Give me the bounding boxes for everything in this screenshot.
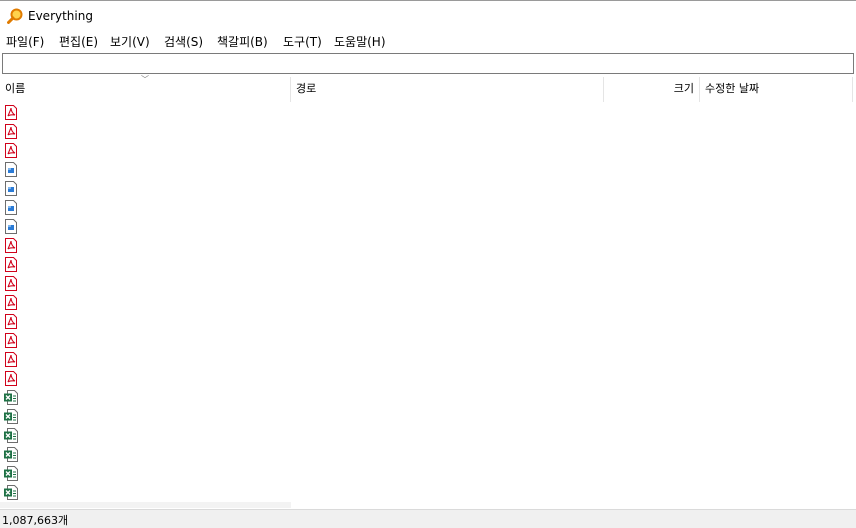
pdf-file-icon (5, 238, 17, 253)
menu-tools[interactable]: 도구(T) (283, 33, 322, 50)
results-list[interactable] (0, 102, 856, 508)
image-file-icon (5, 219, 17, 234)
list-item[interactable] (0, 198, 291, 217)
excel-file-icon (4, 409, 18, 424)
excel-file-icon (4, 390, 18, 405)
menu-search[interactable]: 검색(S) (164, 33, 203, 50)
pdf-file-icon (5, 333, 17, 348)
excel-file-icon (4, 428, 18, 443)
image-file-icon (5, 181, 17, 196)
list-item[interactable] (0, 350, 291, 369)
list-item[interactable] (0, 426, 291, 445)
excel-file-icon (4, 485, 18, 500)
window-title: Everything (28, 9, 93, 23)
search-input[interactable] (3, 54, 853, 73)
list-item[interactable] (0, 141, 291, 160)
list-item-partial[interactable] (0, 502, 291, 508)
list-item[interactable] (0, 236, 291, 255)
list-item[interactable] (0, 312, 291, 331)
pdf-file-icon (5, 124, 17, 139)
status-bar: 1,087,663개 (0, 509, 856, 528)
pdf-file-icon (5, 371, 17, 386)
image-file-icon (5, 162, 17, 177)
excel-file-icon (4, 466, 18, 481)
list-item[interactable] (0, 483, 291, 502)
sort-ascending-icon: ﹀ (141, 75, 149, 84)
column-size-header[interactable]: 크기 (604, 77, 700, 102)
list-item[interactable] (0, 179, 291, 198)
search-box (2, 53, 854, 74)
column-size-label: 크기 (673, 82, 694, 95)
list-item[interactable] (0, 122, 291, 141)
list-item[interactable] (0, 274, 291, 293)
excel-file-icon (4, 447, 18, 462)
column-path-header[interactable]: 경로 (291, 77, 604, 102)
list-item[interactable] (0, 217, 291, 236)
column-name-label: 이름 (5, 82, 26, 95)
magnifier-icon (7, 8, 23, 24)
list-item[interactable] (0, 255, 291, 274)
list-item[interactable] (0, 388, 291, 407)
image-file-icon (5, 200, 17, 215)
pdf-file-icon (5, 143, 17, 158)
column-date-header[interactable]: 수정한 날짜 (700, 77, 853, 102)
menu-view[interactable]: 보기(V) (110, 33, 150, 50)
pdf-file-icon (5, 352, 17, 367)
list-item[interactable] (0, 464, 291, 483)
column-date-label: 수정한 날짜 (705, 82, 760, 95)
result-count: 1,087,663개 (2, 514, 69, 527)
list-item[interactable] (0, 160, 291, 179)
pdf-file-icon (5, 276, 17, 291)
pdf-file-icon (5, 314, 17, 329)
menu-edit[interactable]: 편집(E) (59, 33, 98, 50)
pdf-file-icon (5, 105, 17, 120)
column-path-label: 경로 (296, 82, 317, 95)
menu-bookmarks[interactable]: 책갈피(B) (217, 33, 268, 50)
pdf-file-icon (5, 295, 17, 310)
menu-bar: 파일(F) 편집(E) 보기(V) 검색(S) 책갈피(B) 도구(T) 도움말… (0, 31, 856, 51)
list-item[interactable] (0, 369, 291, 388)
list-item[interactable] (0, 407, 291, 426)
pdf-file-icon (5, 257, 17, 272)
menu-file[interactable]: 파일(F) (6, 33, 44, 50)
column-header: ﹀ 이름 경로 크기 수정한 날짜 (0, 75, 856, 102)
list-item[interactable] (0, 293, 291, 312)
column-name-header[interactable]: ﹀ 이름 (0, 75, 291, 102)
list-item[interactable] (0, 445, 291, 464)
list-item[interactable] (0, 331, 291, 350)
list-item[interactable] (0, 103, 291, 122)
menu-help[interactable]: 도움말(H) (334, 33, 386, 50)
title-bar: Everything (0, 1, 856, 31)
